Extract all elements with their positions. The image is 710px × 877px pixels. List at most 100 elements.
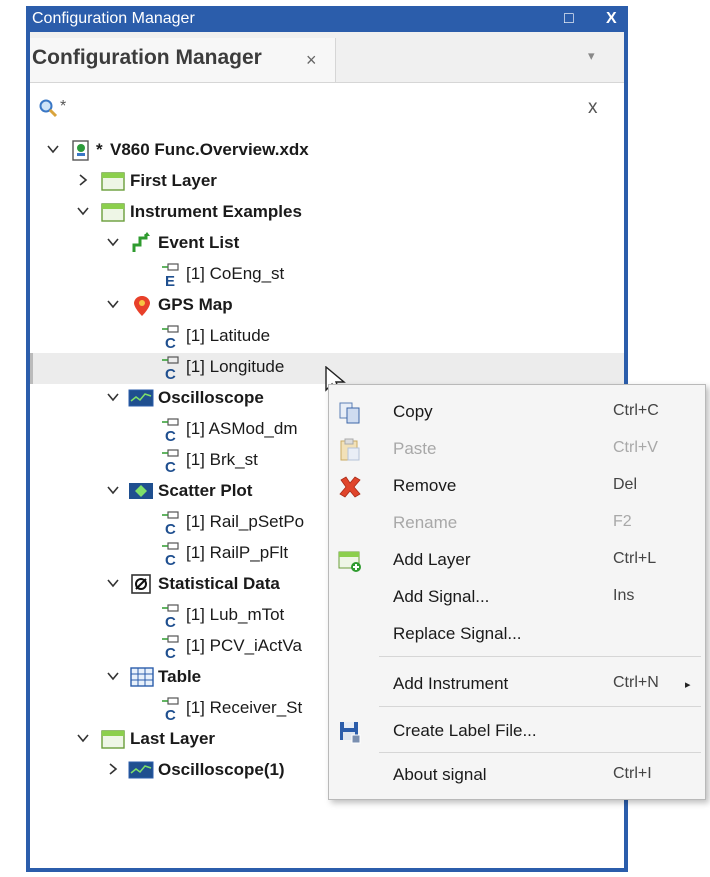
tree-item-label: Oscilloscope(1) (158, 760, 285, 779)
tree-item-event-list[interactable]: Event List (30, 229, 624, 260)
svg-text:E: E (165, 273, 175, 289)
tree-item-label: [1] PCV_iActVa (186, 636, 302, 655)
menu-item-copy[interactable]: Copy Ctrl+C (329, 394, 705, 431)
chevron-down-icon[interactable] (106, 669, 120, 683)
add-layer-icon (338, 551, 361, 572)
close-window-button[interactable]: X (606, 6, 617, 32)
svg-text:C: C (165, 614, 176, 630)
menu-item-label: Create Label File... (393, 721, 537, 740)
tree-item-label: [1] RailP_pFlt (186, 543, 289, 562)
layer-icon (101, 730, 125, 749)
menu-item-label: Replace Signal... (393, 624, 522, 643)
chevron-down-icon[interactable] (76, 204, 90, 218)
signal-icon: C (162, 356, 179, 382)
restore-window-button[interactable]: □ (564, 6, 574, 32)
tree-item-label: [1] Receiver_St (186, 698, 303, 717)
svg-text:C: C (165, 428, 176, 444)
tab-close-button[interactable]: × (306, 50, 317, 71)
menu-item-shortcut: Ctrl+N (613, 674, 659, 691)
map-pin-icon (134, 296, 150, 316)
svg-text:C: C (165, 521, 176, 537)
event-list-icon (132, 232, 150, 252)
window-title-bar[interactable]: Configuration Manager □ X (26, 6, 628, 32)
tree-item-label: [1] Brk_st (186, 450, 258, 469)
tree-item-label: [1] Lub_mTot (186, 605, 285, 624)
svg-text:C: C (165, 707, 176, 723)
copy-icon (339, 402, 360, 424)
statistics-icon (131, 574, 151, 594)
menu-item-add-signal[interactable]: Add Signal... Ins (329, 579, 705, 616)
menu-item-shortcut: Ctrl+C (613, 402, 659, 419)
signal-icon: C (162, 449, 179, 475)
tree-item-root[interactable]: * V860 Func.Overview.xdx (30, 136, 624, 167)
tab-label: Configuration Manager (32, 46, 262, 69)
menu-item-shortcut: Ctrl+L (613, 550, 657, 567)
tree-item-label: GPS Map (158, 295, 233, 314)
chevron-down-icon[interactable] (106, 576, 120, 590)
chevron-down-icon[interactable] (106, 483, 120, 497)
tree-item-label: First Layer (130, 171, 217, 190)
signal-icon: C (162, 418, 179, 444)
chevron-down-icon[interactable] (106, 235, 120, 249)
menu-item-about-signal[interactable]: About signal Ctrl+I (329, 757, 705, 794)
tree-item-label: V860 Func.Overview.xdx (110, 140, 309, 159)
menu-item-label: Remove (393, 476, 457, 495)
signal-icon: C (162, 542, 179, 568)
svg-text:C: C (165, 459, 176, 475)
tree-item-label: Oscilloscope (158, 388, 264, 407)
event-signal-icon: E (162, 263, 179, 289)
menu-item-remove[interactable]: Remove Del (329, 468, 705, 505)
context-menu: Copy Ctrl+C Paste Ctrl+V Remove Del Rena… (328, 384, 706, 800)
menu-separator (379, 706, 701, 707)
window-title: Configuration Manager (32, 10, 195, 27)
tree-item-first-layer[interactable]: First Layer (30, 167, 624, 198)
menu-item-shortcut: F2 (613, 513, 632, 530)
chevron-down-icon[interactable] (106, 297, 120, 311)
signal-icon: C (162, 635, 179, 661)
filter-input[interactable]: * (60, 98, 66, 116)
tree-item-instrument-examples[interactable]: Instrument Examples (30, 198, 624, 229)
tree-item-label: [1] Latitude (186, 326, 271, 345)
menu-item-shortcut: Del (613, 476, 638, 493)
signal-icon: C (162, 697, 179, 723)
tree-item-label: Table (158, 667, 202, 686)
chevron-down-icon[interactable] (76, 731, 90, 745)
tree-item-label: [1] Longitude (186, 357, 285, 376)
menu-separator (379, 752, 701, 753)
tab-strip: Configuration Manager × ▾ (30, 32, 624, 83)
tree-item-signal[interactable]: C [1] Latitude (30, 322, 624, 353)
tree-item-signal[interactable]: E [1] CoEng_st (30, 260, 624, 291)
menu-item-label: Paste (393, 439, 437, 458)
menu-item-label: Add Instrument (393, 674, 509, 693)
tree-item-gps-map[interactable]: GPS Map (30, 291, 624, 322)
svg-text:C: C (165, 335, 176, 351)
save-icon (340, 722, 361, 744)
chevron-right-icon[interactable] (106, 762, 120, 776)
chevron-down-icon[interactable] (46, 142, 60, 156)
tree-item-label: Event List (158, 233, 240, 252)
menu-item-add-layer[interactable]: Add Layer Ctrl+L (329, 542, 705, 579)
table-icon (130, 667, 154, 687)
chevron-right-icon[interactable] (76, 173, 90, 187)
menu-item-label: Add Layer (393, 550, 471, 569)
layer-icon (101, 203, 125, 222)
menu-item-create-label-file[interactable]: Create Label File... (329, 713, 705, 750)
menu-item-rename[interactable]: Rename F2 (329, 505, 705, 542)
tree-item-label: Instrument Examples (130, 202, 302, 221)
remove-icon (339, 476, 361, 498)
menu-item-shortcut: Ctrl+V (613, 439, 658, 456)
menu-item-replace-signal[interactable]: Replace Signal... (329, 616, 705, 653)
tree-item-label: Last Layer (130, 729, 216, 748)
tree-item-label: Statistical Data (158, 574, 280, 593)
menu-item-add-instrument[interactable]: Add Instrument Ctrl+N ▸ (329, 666, 705, 703)
clear-filter-button[interactable]: x (588, 97, 598, 119)
menu-item-paste[interactable]: Paste Ctrl+V (329, 431, 705, 468)
tab-configuration-manager[interactable]: Configuration Manager × (30, 38, 336, 82)
scatter-plot-icon (129, 483, 153, 499)
menu-item-shortcut: Ctrl+I (613, 765, 652, 782)
chevron-down-icon[interactable] (106, 390, 120, 404)
tree-item-label: Scatter Plot (158, 481, 253, 500)
tab-list-dropdown-icon[interactable]: ▾ (588, 48, 595, 64)
oscilloscope-icon (128, 389, 154, 407)
tree-item-label: [1] ASMod_dm (186, 419, 298, 438)
